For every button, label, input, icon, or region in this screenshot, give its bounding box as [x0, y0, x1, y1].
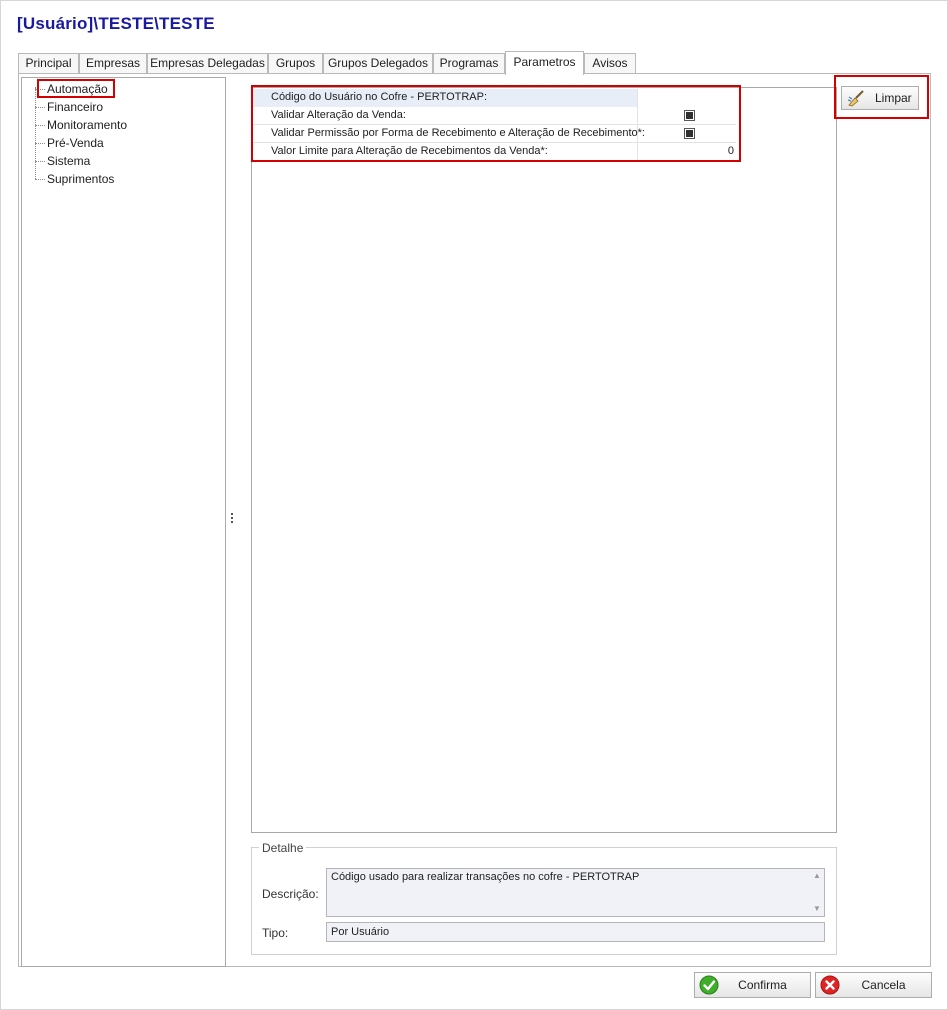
highlight-box-tree-selection — [37, 79, 115, 98]
tree-connector — [35, 125, 45, 126]
window-title: [Usuário]\TESTE\TESTE — [17, 14, 215, 33]
confirma-button[interactable]: Confirma — [694, 972, 811, 998]
tree-item-label: Suprimentos — [47, 172, 115, 186]
tab-grupos[interactable]: Grupos — [268, 53, 323, 74]
parameter-category-tree: Automação Financeiro Monitoramento Pré-V… — [21, 77, 226, 967]
scroll-up-icon[interactable]: ▲ — [813, 871, 821, 880]
tree-item-suprimentos[interactable]: Suprimentos — [22, 170, 225, 188]
tab-parametros[interactable]: Parametros — [505, 51, 584, 75]
tab-empresas-delegadas[interactable]: Empresas Delegadas — [147, 53, 268, 74]
descricao-scrollbar[interactable]: ▲ ▼ — [810, 869, 824, 916]
dialog-window: [Usuário]\TESTE\TESTE Principal Empresas… — [0, 0, 948, 1010]
cancela-button-label: Cancela — [861, 978, 906, 992]
tab-label: Parametros — [513, 55, 576, 69]
tree-item-label: Pré-Venda — [47, 136, 104, 150]
tab-label: Avisos — [592, 56, 628, 70]
tree-connector — [35, 143, 45, 144]
tab-programas[interactable]: Programas — [433, 53, 505, 74]
splitter-grip[interactable] — [231, 513, 234, 527]
tipo-field[interactable]: Por Usuário — [326, 922, 825, 942]
tab-label: Grupos — [275, 56, 316, 70]
tab-label: Empresas — [85, 56, 141, 70]
detail-legend: Detalhe — [259, 841, 307, 855]
tree-item-label: Sistema — [47, 154, 91, 168]
tree-item-label: Monitoramento — [47, 118, 128, 132]
tab-label: Programas — [439, 56, 499, 70]
descricao-label: Descrição: — [262, 887, 319, 901]
tree-item-financeiro[interactable]: Financeiro — [22, 98, 225, 116]
descricao-textarea[interactable]: Código usado para realizar transações no… — [326, 868, 825, 917]
tree-item-monitoramento[interactable]: Monitoramento — [22, 116, 225, 134]
tab-principal[interactable]: Principal — [18, 53, 79, 74]
limpar-button-label: Limpar — [875, 91, 912, 105]
tree-item-sistema[interactable]: Sistema — [22, 152, 225, 170]
scroll-down-icon[interactable]: ▼ — [813, 904, 821, 913]
tree-connector — [35, 179, 45, 180]
confirma-button-label: Confirma — [738, 978, 787, 992]
tipo-label: Tipo: — [262, 926, 289, 940]
tab-label: Empresas Delegadas — [150, 56, 265, 70]
tree-item-label: Financeiro — [47, 100, 104, 114]
tree-item-pre-venda[interactable]: Pré-Venda — [22, 134, 225, 152]
tab-label: Grupos Delegados — [327, 56, 429, 70]
cancela-button[interactable]: Cancela — [815, 972, 932, 998]
tab-empresas[interactable]: Empresas — [79, 53, 147, 74]
highlight-box-grid — [251, 85, 741, 162]
tab-grupos-delegados[interactable]: Grupos Delegados — [323, 53, 433, 74]
tab-label: Principal — [25, 56, 72, 70]
tab-avisos[interactable]: Avisos — [584, 53, 636, 74]
broom-icon — [847, 90, 864, 107]
limpar-button[interactable]: Limpar — [841, 86, 919, 110]
tree-connector — [35, 107, 45, 108]
tree-trunk-line — [35, 87, 36, 179]
tree-connector — [35, 161, 45, 162]
descricao-text: Código usado para realizar transações no… — [331, 871, 640, 883]
parameter-grid: Código do Usuário no Cofre - PERTOTRAP: … — [251, 87, 837, 833]
